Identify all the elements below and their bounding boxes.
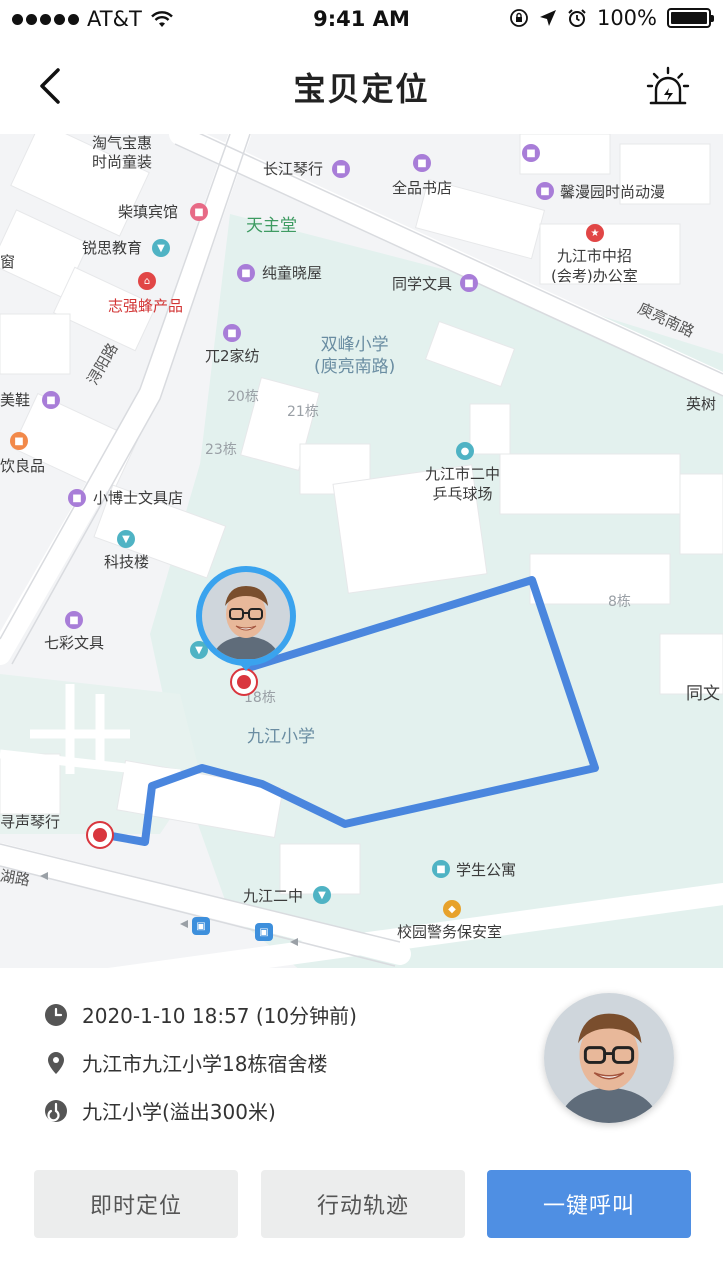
alarm-light-icon bbox=[646, 66, 690, 105]
dormitory-icon: ■ bbox=[432, 860, 450, 878]
status-right: 100% bbox=[509, 6, 714, 30]
building-label: 8栋 bbox=[608, 594, 631, 610]
shop-icon: ■ bbox=[332, 160, 350, 178]
battery-fill bbox=[671, 12, 707, 24]
alarm-button[interactable] bbox=[645, 64, 691, 110]
hotel-icon: ■ bbox=[190, 203, 208, 221]
education-icon: ▼ bbox=[152, 239, 170, 257]
shop-icon: ■ bbox=[42, 391, 60, 409]
poi-label: 兀2家纺 bbox=[205, 347, 260, 365]
poi-label: 纯童晓屋 bbox=[262, 264, 323, 282]
avatar bbox=[202, 572, 290, 660]
shop-icon: ■ bbox=[237, 264, 255, 282]
poi-label: 校园警务保安室 bbox=[397, 923, 503, 941]
poi-label: 七彩文具 bbox=[44, 634, 105, 652]
location-pin-icon bbox=[48, 1051, 64, 1074]
education-icon: ▼ bbox=[117, 530, 135, 548]
marker-pointer bbox=[235, 659, 257, 671]
school-label: 九江小学 bbox=[247, 727, 315, 747]
poi-label: 学生公寓 bbox=[456, 861, 517, 879]
info-panel: 2020-1-10 18:57 (10分钟前) 九江市九江小学18栋宿舍楼 九江… bbox=[0, 968, 723, 1280]
shop-icon: ■ bbox=[413, 154, 431, 172]
child-location-marker[interactable] bbox=[196, 566, 296, 666]
realtime-locate-button[interactable]: 即时定位 bbox=[34, 1170, 238, 1238]
shop-icon: ⌂ bbox=[138, 272, 156, 290]
poi-label: 同学文具 bbox=[392, 275, 453, 293]
sports-icon: ● bbox=[456, 442, 474, 460]
poi-label: 九江市中招 (会考)办公室 bbox=[551, 247, 638, 285]
poi-label: 柴瑱宾馆 bbox=[118, 203, 179, 221]
current-location-dot bbox=[230, 668, 258, 696]
shop-icon: ■ bbox=[460, 274, 478, 292]
fence-row: 九江小学(溢出300米) bbox=[44, 1096, 276, 1125]
battery-icon bbox=[667, 8, 714, 28]
poi-label: 锐思教育 bbox=[82, 239, 143, 257]
clock-icon bbox=[45, 1003, 67, 1026]
poi-label: 天主堂 bbox=[246, 216, 297, 236]
location-address: 九江市九江小学18栋宿舍楼 bbox=[82, 1052, 328, 1076]
poi-label: 馨漫园时尚动漫 bbox=[560, 183, 666, 201]
time-row: 2020-1-10 18:57 (10分钟前) bbox=[44, 1000, 357, 1029]
avatar-photo bbox=[544, 993, 674, 1123]
alarm-clock-icon bbox=[568, 9, 586, 27]
avatar[interactable] bbox=[544, 993, 674, 1123]
bus-stop-icon: ▣ bbox=[255, 923, 273, 941]
call-button[interactable]: 一键呼叫 bbox=[487, 1170, 691, 1238]
address-row: 九江市九江小学18栋宿舍楼 bbox=[44, 1048, 327, 1077]
page-title: 宝贝定位 bbox=[293, 70, 430, 108]
poi-label: 全品书店 bbox=[392, 179, 453, 197]
battery-percent: 100% bbox=[596, 6, 657, 30]
poi-label: 寻声琴行 bbox=[0, 813, 61, 831]
building-label: 20栋 bbox=[227, 389, 259, 405]
poi-label: 九江二中 bbox=[243, 887, 304, 905]
poi-label: 淘气宝惠 时尚童装 bbox=[92, 134, 153, 171]
location-time: 2020-1-10 18:57 (10分钟前) bbox=[82, 1004, 357, 1028]
track-button[interactable]: 行动轨迹 bbox=[261, 1170, 465, 1238]
bus-stop-icon: ▣ bbox=[192, 917, 210, 935]
school-label: 双峰小学 (庾亮南路) bbox=[314, 335, 396, 377]
rotation-lock-icon bbox=[510, 9, 528, 27]
poi-label: 九江市二中 乒乓球场 bbox=[425, 465, 501, 503]
poi-label: 小博士文具店 bbox=[93, 489, 184, 507]
shop-icon: ■ bbox=[536, 182, 554, 200]
poi-label: 饮良品 bbox=[0, 457, 46, 475]
shop-icon: ■ bbox=[223, 324, 241, 342]
map-view[interactable]: 淘气宝惠 时尚童装 长江琴行 ■ ■ 全品书店 ■ 馨漫园时尚动漫 ■ 柴瑱宾馆… bbox=[0, 134, 723, 970]
building-label: 23栋 bbox=[205, 442, 237, 458]
shop-icon: ■ bbox=[522, 144, 540, 162]
government-icon: ★ bbox=[586, 224, 604, 242]
poi-label: 英树 bbox=[686, 395, 717, 413]
poi-label: 志强蜂产品 bbox=[108, 297, 184, 315]
restaurant-icon: ■ bbox=[10, 432, 28, 450]
poi-label: 同文 bbox=[686, 684, 720, 704]
shop-icon: ■ bbox=[65, 611, 83, 629]
poi-label: 窗 bbox=[0, 253, 16, 271]
poi-label: 美鞋 bbox=[0, 391, 31, 409]
building-label: 21栋 bbox=[287, 404, 319, 420]
shop-icon: ■ bbox=[68, 489, 86, 507]
avatar-photo bbox=[202, 572, 290, 660]
fence-status: 九江小学(溢出300米) bbox=[82, 1100, 276, 1124]
fence-icon bbox=[45, 1099, 67, 1122]
location-arrow-icon bbox=[539, 10, 556, 26]
poi-label: 长江琴行 bbox=[263, 160, 324, 178]
police-icon: ◆ bbox=[443, 900, 461, 918]
status-bar: AT&T 9:41 AM 100% bbox=[0, 0, 723, 40]
nav-bar: 宝贝定位 bbox=[0, 40, 723, 134]
start-point-marker[interactable] bbox=[86, 821, 114, 849]
poi-label: 科技楼 bbox=[104, 553, 150, 571]
education-icon: ▼ bbox=[313, 886, 331, 904]
